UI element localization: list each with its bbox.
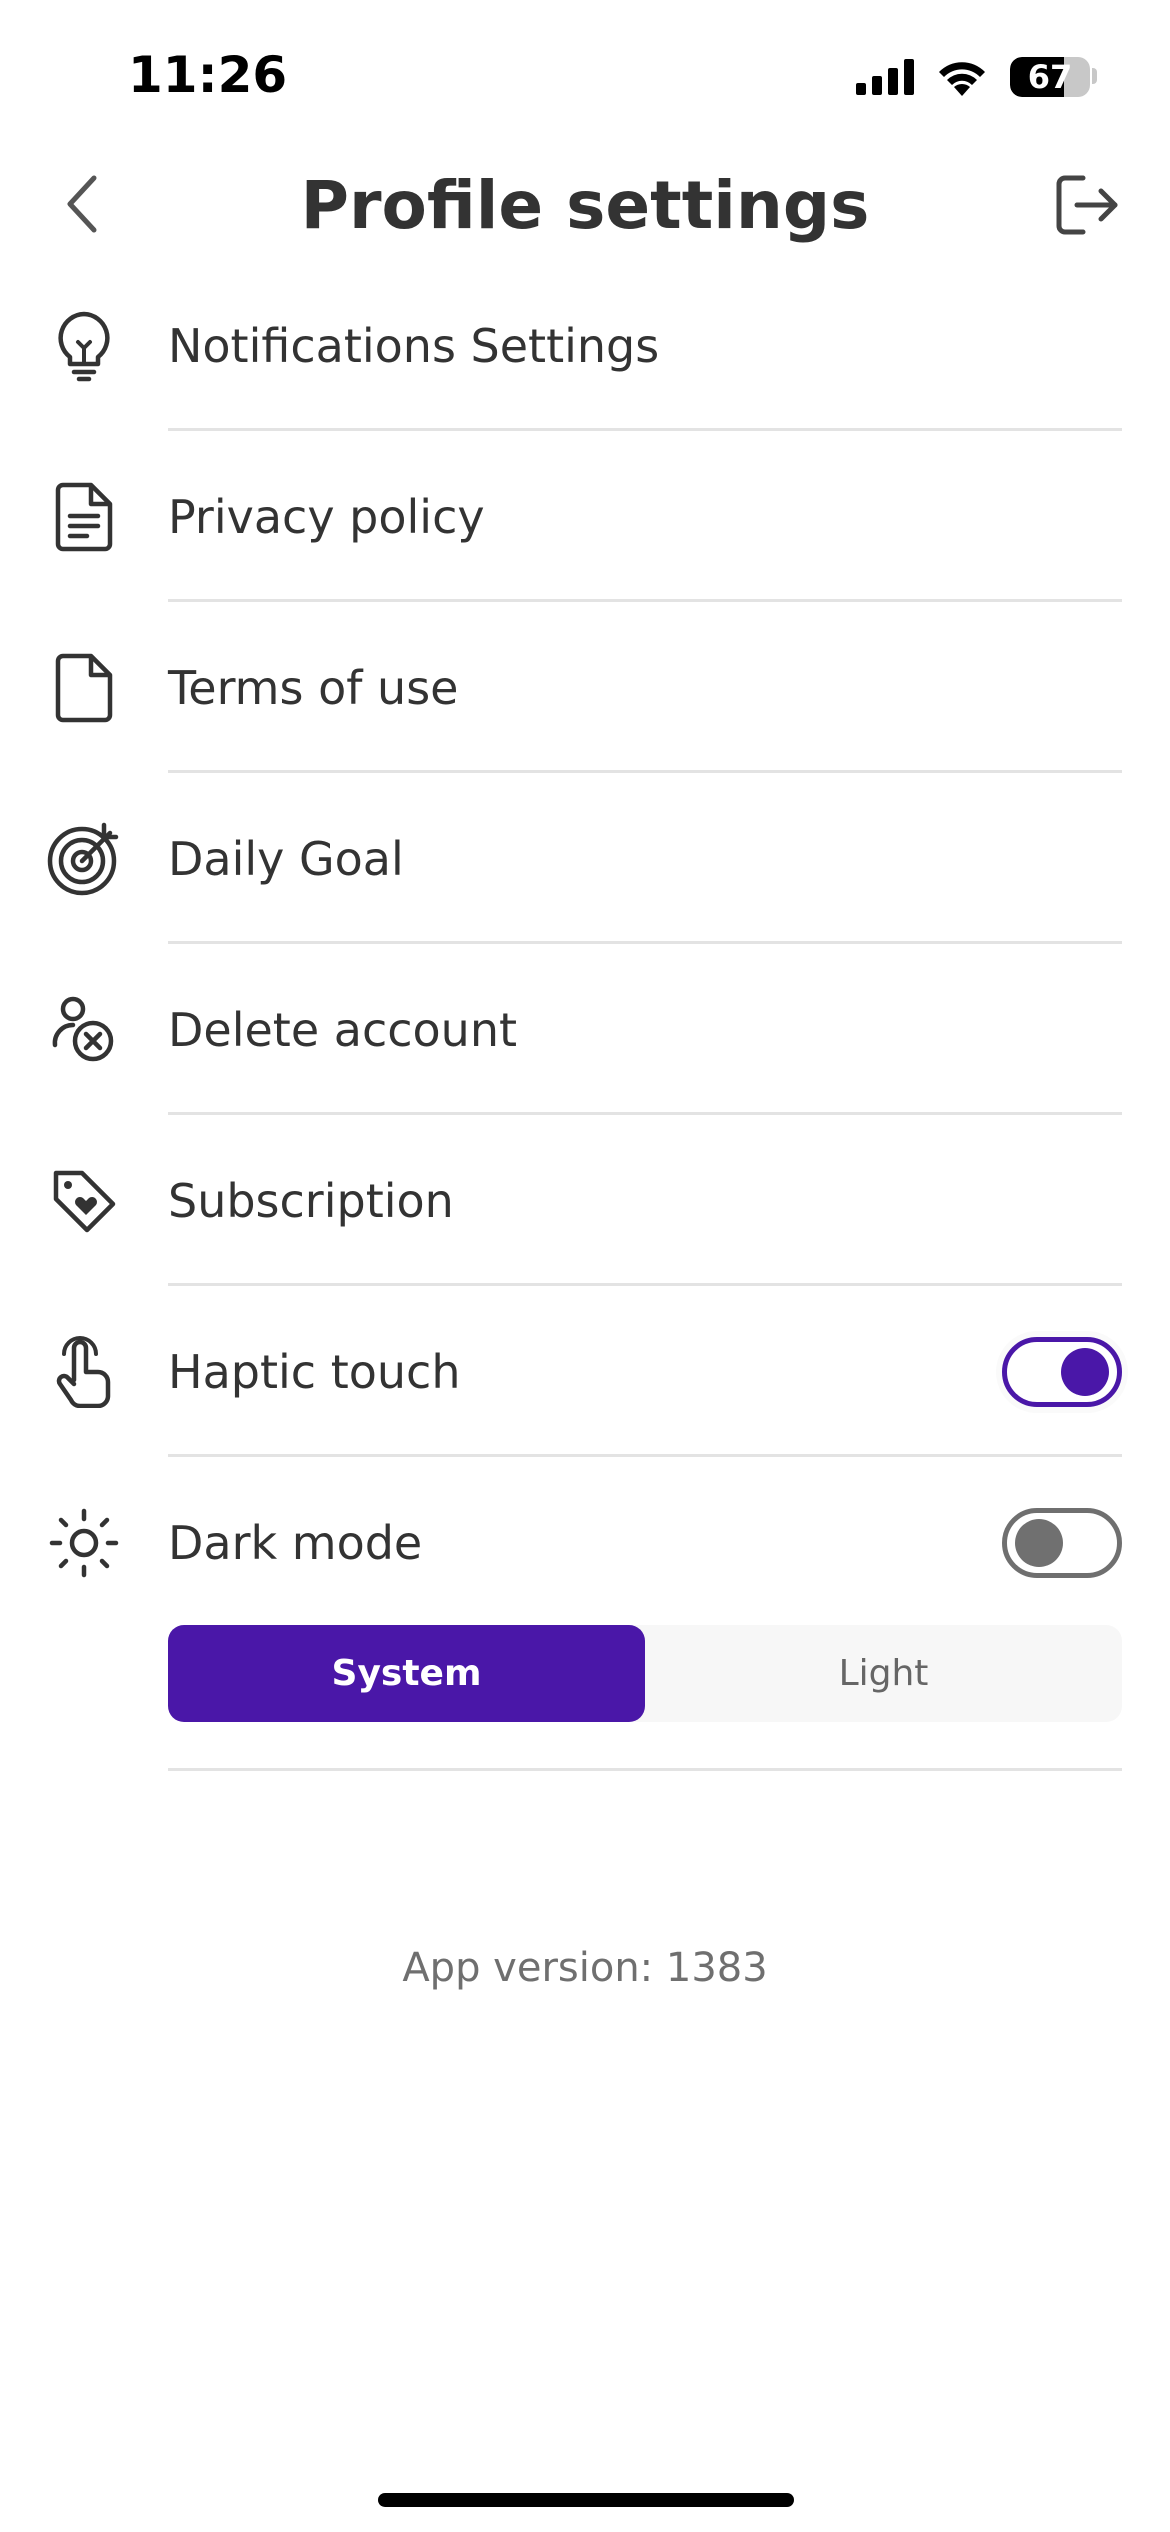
- settings-row-notifications[interactable]: Notifications Settings: [0, 260, 1170, 431]
- logout-icon: [1055, 174, 1121, 236]
- wifi-icon: [936, 58, 988, 96]
- chevron-left-icon: [62, 174, 102, 234]
- haptic-touch-toggle[interactable]: [1002, 1336, 1122, 1407]
- status-time: 11:26: [128, 46, 288, 104]
- settings-row-label: Dark mode: [168, 1515, 423, 1570]
- settings-row-terms-of-use[interactable]: Terms of use: [0, 602, 1170, 773]
- user-remove-icon: [44, 990, 124, 1070]
- battery-cap: [1092, 68, 1097, 84]
- target-icon: [44, 819, 124, 899]
- settings-row-label: Subscription: [168, 1173, 454, 1228]
- settings-row-label: Terms of use: [168, 660, 459, 715]
- dark-mode-block: Dark mode: [0, 1457, 1170, 1772]
- segment-system[interactable]: System: [168, 1625, 645, 1722]
- home-indicator: [378, 2493, 794, 2507]
- toggle-knob: [1061, 1347, 1109, 1396]
- theme-segmented-control: System Light: [168, 1625, 1122, 1722]
- settings-row-subscription[interactable]: Subscription: [0, 1115, 1170, 1286]
- header: Profile settings: [0, 150, 1170, 260]
- divider: [168, 1768, 1122, 1771]
- lightbulb-icon: [44, 306, 124, 386]
- segment-light[interactable]: Light: [645, 1625, 1122, 1722]
- sun-icon: [44, 1503, 124, 1583]
- battery-icon: 67: [1010, 57, 1090, 97]
- settings-row-label: Privacy policy: [168, 489, 485, 544]
- settings-row-dark-mode: Dark mode: [0, 1457, 1170, 1628]
- page-title: Profile settings: [300, 166, 870, 244]
- document-icon: [44, 648, 124, 728]
- settings-row-label: Notifications Settings: [168, 318, 660, 373]
- document-lines-icon: [44, 477, 124, 557]
- settings-row-privacy-policy[interactable]: Privacy policy: [0, 431, 1170, 602]
- status-bar: 11:26 67: [0, 0, 1170, 150]
- app-version: App version: 1383: [402, 1945, 768, 1991]
- touch-icon: [44, 1332, 124, 1412]
- settings-row-haptic-touch: Haptic touch: [0, 1286, 1170, 1457]
- logout-button[interactable]: [1052, 172, 1124, 238]
- battery-percent: 67: [1027, 58, 1073, 96]
- status-icons: 67: [856, 52, 1090, 102]
- toggle-knob: [1015, 1518, 1063, 1567]
- settings-row-daily-goal[interactable]: Daily Goal: [0, 773, 1170, 944]
- settings-row-label: Daily Goal: [168, 831, 404, 886]
- tag-heart-icon: [44, 1161, 124, 1241]
- back-button[interactable]: [50, 172, 114, 236]
- settings-list: Notifications Settings Privacy policy Te…: [0, 260, 1170, 1772]
- settings-row-delete-account[interactable]: Delete account: [0, 944, 1170, 1115]
- settings-row-label: Delete account: [168, 1002, 518, 1057]
- cellular-signal-icon: [856, 59, 914, 95]
- settings-row-label: Haptic touch: [168, 1344, 461, 1399]
- dark-mode-toggle[interactable]: [1002, 1507, 1122, 1578]
